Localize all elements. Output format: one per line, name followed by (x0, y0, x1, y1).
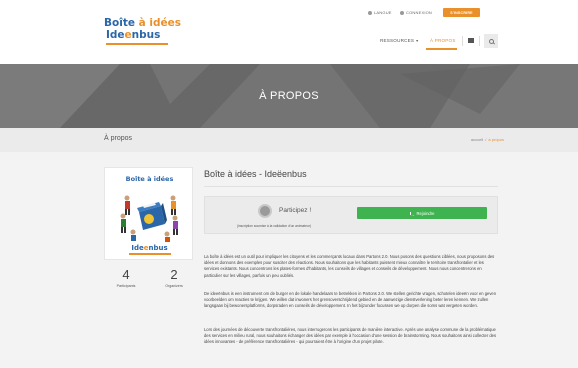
nav-resources-label: RESSOURCES (380, 38, 415, 43)
participate-panel: Participez ! (inscription soumise à la v… (204, 196, 498, 234)
nav-divider (462, 36, 463, 46)
top-header: Boîte à idées Ideenbus LANGUE CONNEXION … (0, 0, 578, 64)
organizers-label: Organizers (165, 284, 183, 288)
participants-label: Participants (116, 284, 136, 288)
project-logo-card: Boîte à idées Ideenbus (104, 167, 193, 260)
logo-brand-part3: nbus (131, 29, 161, 41)
chevron-down-icon: ▾ (416, 38, 419, 43)
breadcrumb-current: à propos (488, 137, 504, 142)
logo-underline (106, 43, 168, 45)
description-paragraph: La boîte à idées est un outil pour impli… (204, 254, 495, 278)
breadcrumb-home[interactable]: accueil (471, 137, 483, 142)
participants-stat: 4 Participants (106, 267, 146, 289)
search-button[interactable] (484, 34, 498, 48)
logo-brand-part2: e (124, 29, 132, 41)
sign-in-icon: → (409, 211, 415, 217)
project-logo-underline (129, 253, 171, 255)
project-brand-part1: Ide (131, 244, 144, 252)
participants-count: 4 (122, 267, 130, 282)
language-link[interactable]: LANGUE (368, 10, 392, 15)
nav-about-active-indicator (426, 48, 457, 50)
logo-text-part1: Boîte (104, 17, 139, 29)
login-label: CONNEXION (406, 10, 433, 15)
join-button-label: Rejoindre (416, 210, 435, 216)
organizers-stat: 2 Organizers (154, 267, 194, 289)
page-title: À propos (104, 135, 133, 142)
description-paragraph: Lors des journées de découverte transfro… (204, 327, 497, 345)
title-divider (204, 186, 498, 187)
participate-label: Participez ! (279, 207, 312, 214)
project-logo: Boîte à idées Ideenbus (113, 172, 186, 257)
nav-about[interactable]: À PROPOS (430, 38, 456, 43)
breadcrumb-separator: / (485, 137, 487, 142)
language-label: LANGUE (374, 10, 392, 15)
description-paragraph: De ideeënbus is een instrument om de bur… (204, 291, 497, 309)
nav-resources[interactable]: RESSOURCES ▾ (380, 38, 418, 43)
logo-brand-part1: Ide (106, 29, 125, 41)
globe-icon (368, 10, 372, 15)
organizers-count: 2 (170, 267, 178, 282)
mail-icon[interactable] (468, 38, 474, 43)
page-banner: À PROPOS (0, 64, 578, 128)
join-button[interactable]: → Rejoindre (357, 207, 487, 219)
breadcrumb-bar: À propos accueil / à propos (0, 128, 578, 152)
project-title: Boîte à idées - Ideëenbus (204, 169, 307, 179)
signup-button[interactable]: S'INSCRIRE (443, 8, 480, 17)
user-icon (400, 10, 404, 15)
site-logo[interactable]: Boîte à idées Ideenbus (104, 17, 181, 45)
participate-note: (inscription soumise à la validation d'u… (237, 224, 311, 228)
logo-text-part2: à idées (138, 17, 181, 29)
nav-divider (479, 36, 480, 46)
participate-icon (258, 204, 272, 218)
login-link[interactable]: CONNEXION (400, 10, 432, 15)
project-brand-part3: nbus (148, 244, 168, 252)
search-icon (488, 38, 494, 44)
banner-title: À PROPOS (259, 90, 319, 102)
breadcrumb: accueil / à propos (471, 137, 504, 142)
